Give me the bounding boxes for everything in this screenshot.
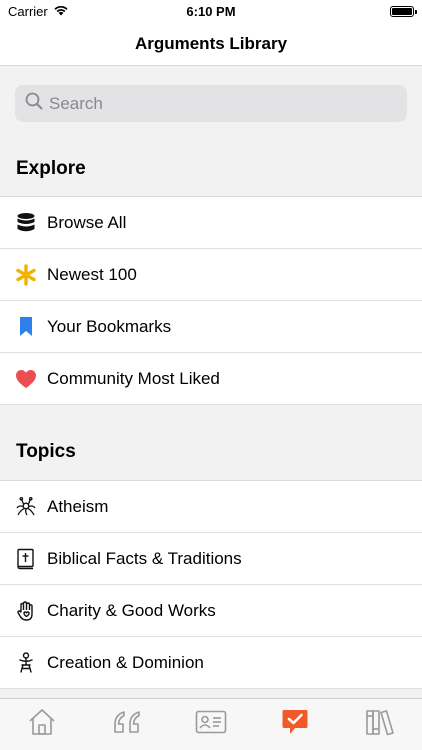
quote-icon: [112, 709, 142, 740]
list-item-label: Your Bookmarks: [47, 316, 172, 336]
id-card-icon: [195, 710, 227, 739]
library-icon: [365, 708, 395, 741]
tab-quotes[interactable]: [97, 705, 157, 745]
tab-arguments[interactable]: [265, 705, 325, 745]
hand-heart-icon: [15, 600, 37, 622]
search-icon: [25, 92, 43, 115]
topics-list: Atheism Biblical Facts & Traditions Char…: [0, 480, 422, 689]
explore-title: Explore: [16, 158, 86, 179]
heart-icon: [15, 368, 37, 390]
status-bar: Carrier 6:10 PM: [0, 0, 422, 22]
tab-profile[interactable]: [181, 705, 241, 745]
tab-bar: [0, 698, 422, 750]
list-item-label: Creation & Dominion: [47, 652, 204, 672]
topics-title: Topics: [16, 441, 76, 462]
checkmark-speech-icon: [281, 708, 309, 741]
list-item-atheism[interactable]: Atheism: [0, 481, 422, 533]
list-item-biblical[interactable]: Biblical Facts & Traditions: [0, 533, 422, 585]
list-item-charity[interactable]: Charity & Good Works: [0, 585, 422, 637]
list-item-most-liked[interactable]: Community Most Liked: [0, 353, 422, 405]
bible-icon: [15, 548, 37, 570]
search-input[interactable]: [49, 93, 389, 114]
tab-home[interactable]: [12, 705, 72, 745]
list-item-label: Atheism: [47, 496, 109, 516]
list-item-label: Browse All: [47, 212, 127, 232]
list-item-label: Charity & Good Works: [47, 600, 216, 620]
list-item-bookmarks[interactable]: Your Bookmarks: [0, 301, 422, 353]
section-header-topics: Topics: [0, 406, 422, 468]
page-title: Arguments Library: [134, 33, 288, 53]
asterisk-icon: [15, 263, 37, 286]
list-item-newest[interactable]: Newest 100: [0, 249, 422, 301]
list-item-creation[interactable]: Creation & Dominion: [0, 637, 422, 689]
flying-spaghetti-monster-icon: [15, 496, 37, 518]
explore-list: Browse All Newest 100 Your Bookmarks Com…: [0, 196, 422, 405]
section-header-explore: Explore: [0, 143, 422, 185]
bookmark-icon: [15, 316, 37, 338]
search-container: [0, 67, 422, 143]
list-item-label: Newest 100: [47, 264, 137, 284]
list-item-label: Community Most Liked: [47, 368, 220, 388]
battery-icon: [390, 5, 417, 17]
home-icon: [27, 708, 57, 741]
search-field[interactable]: [15, 85, 407, 122]
navigation-bar: Arguments Library: [0, 22, 422, 66]
tab-library[interactable]: [350, 705, 410, 745]
database-icon: [15, 212, 37, 234]
list-item-label: Biblical Facts & Traditions: [47, 548, 242, 568]
list-item-browse-all[interactable]: Browse All: [0, 197, 422, 249]
status-time: 6:10 PM: [186, 4, 236, 19]
person-icon: [15, 651, 37, 674]
